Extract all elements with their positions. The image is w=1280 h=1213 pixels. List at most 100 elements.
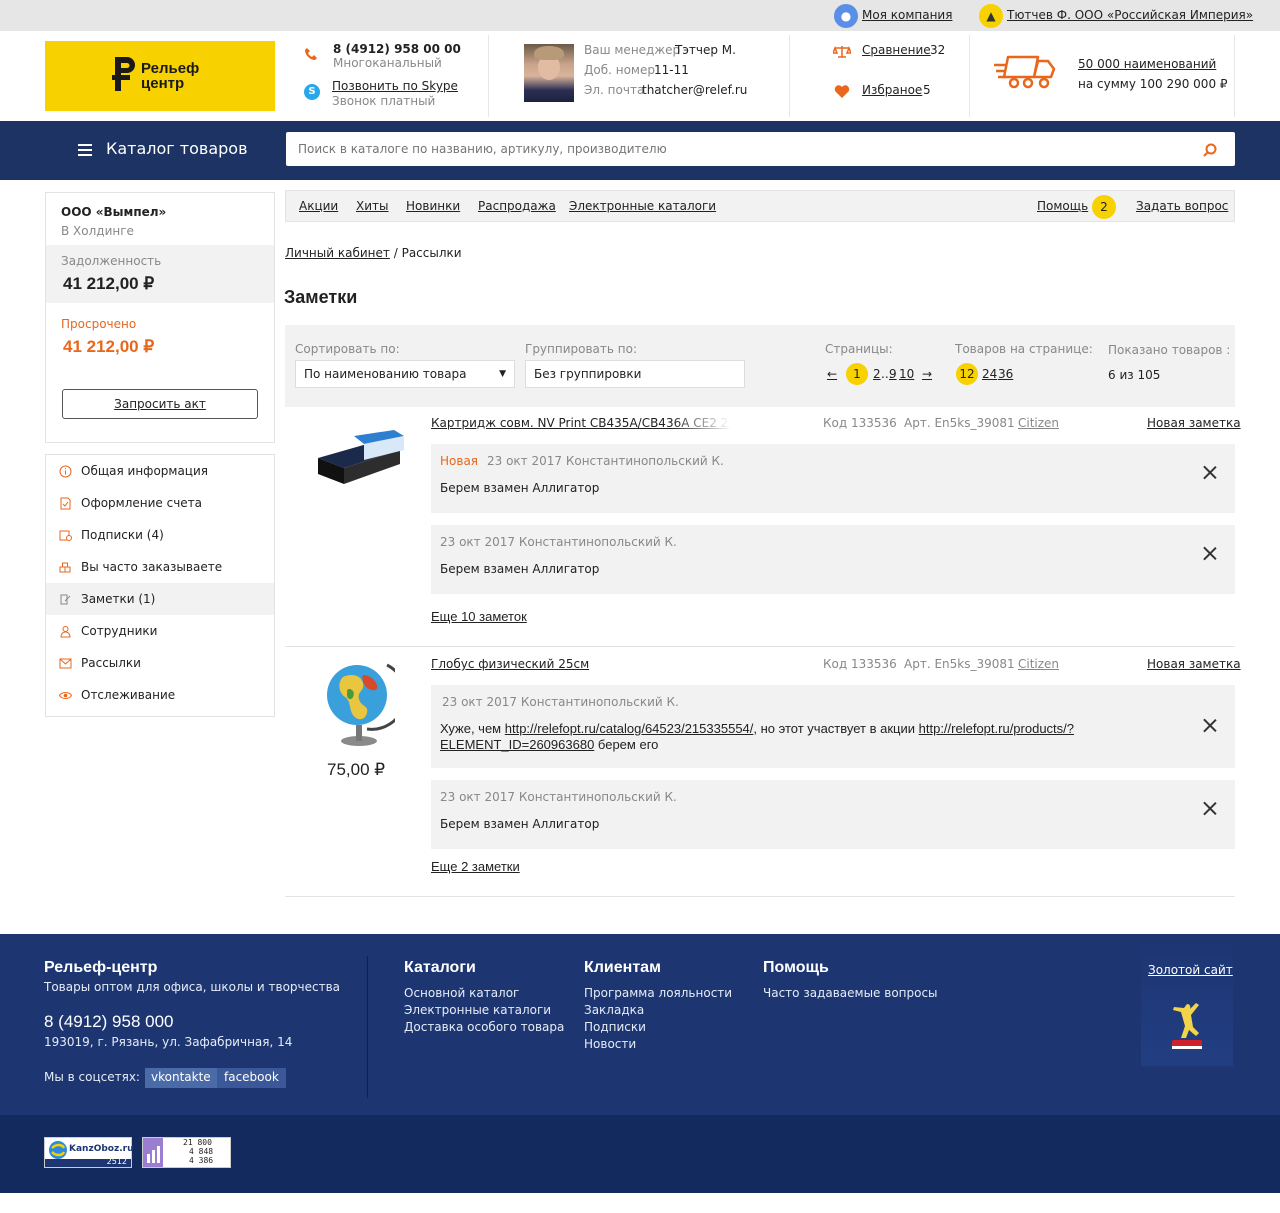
- footer-link[interactable]: Новости: [584, 1036, 636, 1053]
- skype-call-link[interactable]: Позвонить по Skype: [332, 79, 458, 93]
- note-text-mid: , но этот участвует в акции: [753, 721, 916, 736]
- per-page-label: Товаров на странице:: [955, 342, 1093, 356]
- favorites-link[interactable]: Избраное: [862, 83, 922, 97]
- compare-count: 32: [930, 43, 946, 57]
- footer-link[interactable]: Часто задаваемые вопросы: [763, 985, 938, 1002]
- note-link[interactable]: ELEMENT_ID=260963680: [440, 737, 594, 752]
- footer-link[interactable]: Программа лояльности: [584, 985, 732, 1002]
- employee-icon: [60, 626, 71, 638]
- close-icon[interactable]: [1203, 547, 1217, 561]
- pages-next-arrow[interactable]: →: [922, 367, 932, 381]
- product-code: Код 133536: [823, 416, 897, 430]
- header-phone-sub: Многоканальный: [333, 56, 442, 70]
- breadcrumb-current: Рассылки: [401, 246, 462, 260]
- logo-mark-icon: [112, 57, 135, 91]
- search-box: [286, 132, 1235, 166]
- close-icon[interactable]: [1203, 466, 1217, 480]
- breadcrumb-root[interactable]: Личный кабинет: [285, 246, 390, 260]
- menu-item-invoice[interactable]: Оформление счета: [46, 487, 274, 519]
- my-company-link[interactable]: Моя компания: [862, 8, 952, 22]
- account-card: ООО «Вымпел» В Холдинге Задолженность 41…: [45, 192, 275, 443]
- bell-icon[interactable]: ▲: [979, 4, 1003, 28]
- note-text: Берем взамен Аллигатор: [440, 481, 600, 495]
- product-name-link[interactable]: Картридж совм. NV Print CB435A/CB436A CE…: [431, 416, 731, 430]
- search-input[interactable]: [286, 132, 1186, 166]
- per-page-24[interactable]: 24: [982, 367, 997, 381]
- group-label: Группировать по:: [525, 342, 638, 356]
- more-notes-link[interactable]: Еще 10 заметок: [431, 609, 527, 624]
- menu-item-notes[interactable]: Заметки (1): [46, 583, 274, 615]
- close-icon[interactable]: [1203, 719, 1217, 733]
- close-icon[interactable]: [1203, 802, 1217, 816]
- kanzoboz-num: 2512: [106, 1157, 127, 1166]
- footer-link[interactable]: Подписки: [584, 1019, 646, 1036]
- footer-link[interactable]: Основной каталог: [404, 985, 519, 1002]
- facebook-button[interactable]: facebook: [217, 1068, 286, 1088]
- per-page-12[interactable]: 12: [956, 363, 978, 385]
- pages-prev-arrow[interactable]: ←: [827, 367, 837, 381]
- subnav-item-new[interactable]: Новинки: [406, 199, 460, 213]
- group-select[interactable]: Без группировки: [525, 360, 745, 388]
- gold-site-award[interactable]: Золотой сайт: [1141, 936, 1233, 1066]
- kanzoboz-name: KanzOboz.ru: [69, 1144, 134, 1154]
- note-card: 23 окт 2017 Константинопольский К. Берем…: [431, 780, 1235, 849]
- ask-question-link[interactable]: Задать вопрос: [1136, 199, 1228, 213]
- favorites-count: 5: [923, 83, 931, 97]
- page-10[interactable]: 10: [899, 367, 914, 381]
- menu-item-general-info[interactable]: Общая информация: [46, 455, 274, 487]
- menu-item-employees[interactable]: Сотрудники: [46, 615, 274, 647]
- new-note-link[interactable]: Новая заметка: [1147, 657, 1241, 671]
- vk-button[interactable]: vkontakte: [145, 1068, 217, 1088]
- note-link[interactable]: http://relefopt.ru/products/?: [919, 721, 1074, 736]
- subnav-item-ecatalogs[interactable]: Электронные каталоги: [569, 199, 716, 213]
- note-link[interactable]: http://relefopt.ru/catalog/64523/2153355…: [505, 721, 754, 736]
- footer-link[interactable]: Доставка особого товара: [404, 1019, 564, 1036]
- subnav-item-sale[interactable]: Распродажа: [478, 199, 556, 213]
- logo[interactable]: Рельеф центр: [45, 41, 275, 111]
- compare-link[interactable]: Сравнение: [862, 43, 931, 57]
- footer-link[interactable]: Электронные каталоги: [404, 1002, 551, 1019]
- request-act-button[interactable]: Запросить акт: [62, 389, 258, 419]
- counter-visitors: 4 386: [189, 1156, 214, 1165]
- visitor-counter[interactable]: 21 800 4 848 4 386: [142, 1137, 231, 1168]
- footer-divider: [367, 956, 368, 1098]
- help-link[interactable]: Помощь: [1037, 199, 1088, 213]
- menu-item-subscriptions[interactable]: Подписки (4): [46, 519, 274, 551]
- new-note-link[interactable]: Новая заметка: [1147, 416, 1241, 430]
- search-icon[interactable]: [1203, 143, 1217, 157]
- pages-label: Страницы:: [825, 342, 893, 356]
- per-page-36[interactable]: 36: [998, 367, 1013, 381]
- truck-icon: [994, 55, 1056, 89]
- compare-icon: [833, 45, 851, 58]
- sort-select[interactable]: По наименованию товара ▼: [295, 360, 515, 388]
- more-notes-link[interactable]: Еще 2 заметки: [431, 859, 520, 874]
- logo-text-top: Рельеф: [141, 60, 200, 77]
- catalog-button[interactable]: Каталог товаров: [78, 139, 258, 161]
- user-company-link[interactable]: Тютчев Ф. ООО «Российская Империя»: [1007, 8, 1253, 22]
- menu-item-tracking[interactable]: Отслеживание: [46, 679, 274, 711]
- divider: [1234, 35, 1235, 117]
- product-brand-link[interactable]: Citizen: [1018, 657, 1059, 671]
- page-9[interactable]: 9: [889, 367, 897, 381]
- subnav-item-promo[interactable]: Акции: [299, 199, 338, 213]
- product-brand-link[interactable]: Citizen: [1018, 416, 1059, 430]
- product-image-cartridge[interactable]: [314, 428, 406, 492]
- group-value: Без группировки: [534, 367, 642, 381]
- page-2[interactable]: 2: [873, 367, 881, 381]
- logo-text-bottom: центр: [141, 75, 185, 92]
- footer-link[interactable]: Закладка: [584, 1002, 644, 1019]
- product-image-globe[interactable]: [323, 655, 408, 747]
- subnav-item-hits[interactable]: Хиты: [356, 199, 388, 213]
- page-1[interactable]: 1: [846, 363, 868, 385]
- menu-item-mailings[interactable]: Рассылки: [46, 647, 274, 679]
- kanzoboz-badge[interactable]: KanzOboz.ru 2512: [44, 1137, 134, 1168]
- note-meta: 23 окт 2017 Константинопольский К.: [440, 535, 677, 549]
- product-name-link[interactable]: Глобус физический 25см: [431, 657, 589, 671]
- main-nav: Каталог товаров: [0, 121, 1280, 180]
- assortment-link[interactable]: 50 000 наименований: [1078, 57, 1216, 71]
- email-value[interactable]: thatcher@relef.ru: [642, 83, 747, 97]
- menu-item-label: Отслеживание: [81, 688, 176, 702]
- header: Рельеф центр 8 (4912) 958 00 00 Многокан…: [0, 31, 1280, 121]
- menu-item-frequent[interactable]: Вы часто заказываете: [46, 551, 274, 583]
- gold-site-link[interactable]: Золотой сайт: [1148, 962, 1233, 979]
